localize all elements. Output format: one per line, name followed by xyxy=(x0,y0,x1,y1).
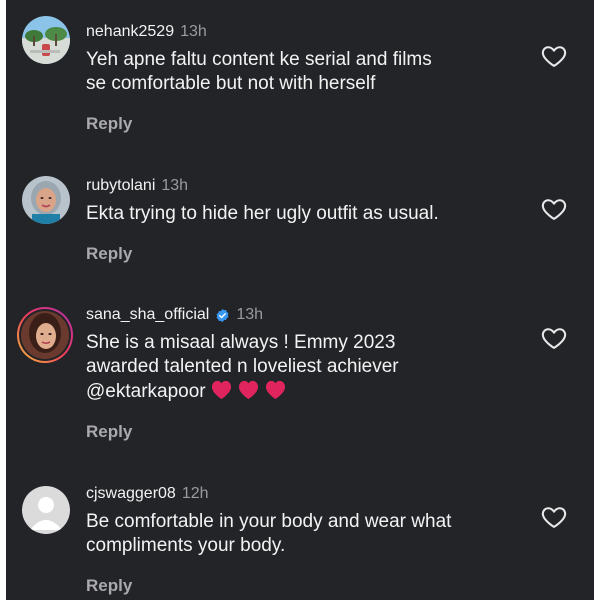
comment-meta: nehank2529 13h xyxy=(86,22,516,42)
heart-outline-icon xyxy=(541,328,567,349)
avatar[interactable] xyxy=(22,486,70,534)
comments-panel: nehank2529 13h Yeh apne faltu content ke… xyxy=(6,0,594,600)
username[interactable]: nehank2529 xyxy=(86,22,174,42)
like-button[interactable] xyxy=(540,324,568,352)
avatar[interactable] xyxy=(22,16,70,64)
like-button[interactable] xyxy=(540,195,568,223)
avatar[interactable] xyxy=(16,306,74,364)
comment-text: She is a misaal always ! Emmy 2023 award… xyxy=(86,331,516,404)
like-button[interactable] xyxy=(540,503,568,531)
landscape-photo-avatar xyxy=(22,16,70,64)
heart-emoji-group xyxy=(206,379,287,402)
reply-button[interactable]: Reply xyxy=(86,114,516,134)
timestamp: 13h xyxy=(236,306,264,323)
timestamp: 13h xyxy=(180,23,207,40)
default-profile-avatar xyxy=(22,486,70,534)
comment-text: Be comfortable in your body and wear wha… xyxy=(86,511,452,556)
heart-outline-icon xyxy=(541,507,567,528)
avatar[interactable] xyxy=(22,176,70,224)
username[interactable]: cjswagger08 xyxy=(86,484,176,504)
reply-button[interactable]: Reply xyxy=(86,244,516,264)
comment-text: Yeh apne faltu content ke serial and fil… xyxy=(86,49,432,94)
heart-outline-icon xyxy=(541,46,567,67)
comment-meta: sana_sha_official 13h xyxy=(86,305,516,325)
red-heart-emoji xyxy=(237,379,260,400)
woman-photo-avatar xyxy=(22,176,70,224)
username[interactable]: sana_sha_official xyxy=(86,305,209,325)
comment-text: Ekta trying to hide her ugly outfit as u… xyxy=(86,203,439,224)
reply-button[interactable]: Reply xyxy=(86,576,516,596)
timestamp: 13h xyxy=(161,177,189,194)
reply-button[interactable]: Reply xyxy=(86,422,516,442)
comment-meta: rubytolani 13h xyxy=(86,176,516,196)
timestamp: 12h xyxy=(181,485,209,502)
username[interactable]: rubytolani xyxy=(86,176,155,196)
heart-outline-icon xyxy=(541,199,567,220)
red-heart-emoji xyxy=(210,379,233,400)
red-heart-emoji xyxy=(264,379,287,400)
verified-badge-icon xyxy=(215,308,230,323)
like-button[interactable] xyxy=(540,42,568,70)
comment-meta: cjswagger08 12h xyxy=(86,484,516,504)
woman-photo-avatar-story-ring xyxy=(17,307,73,363)
